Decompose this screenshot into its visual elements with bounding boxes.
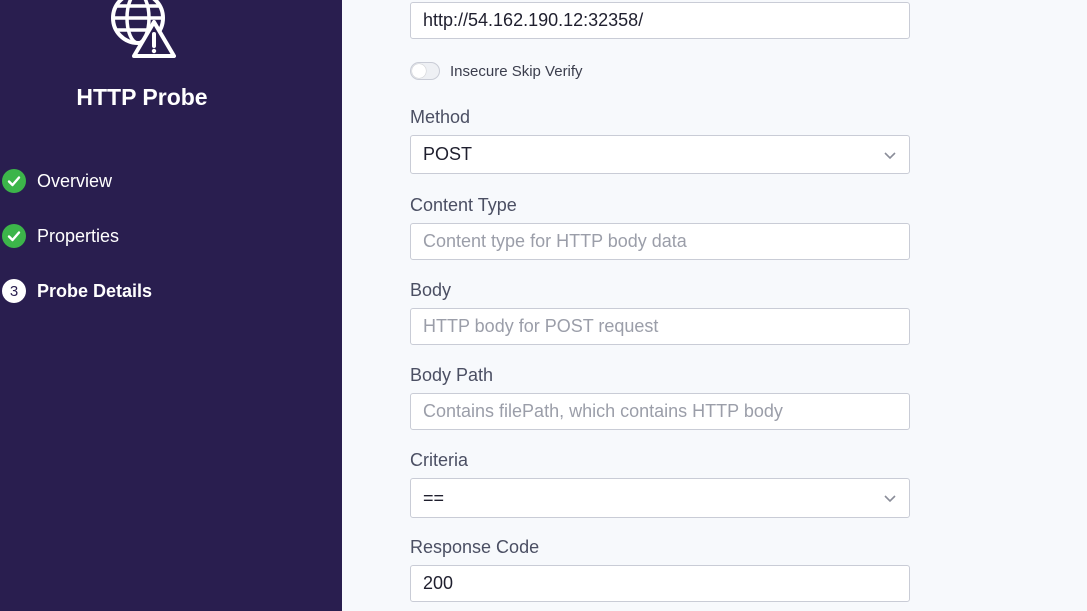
body-label: Body xyxy=(410,280,452,300)
method-value: POST xyxy=(423,144,473,164)
probe-details-form: http://54.162.190.12:32358/ Insecure Ski… xyxy=(342,0,1087,611)
insecure-skip-verify-toggle[interactable] xyxy=(410,62,440,80)
response-code-input[interactable]: 200 xyxy=(410,565,910,602)
chevron-down-icon xyxy=(884,495,896,503)
step-label: Probe Details xyxy=(37,280,153,301)
body-path-label: Body Path xyxy=(410,365,494,385)
criteria-label: Criteria xyxy=(410,450,469,470)
check-icon xyxy=(2,169,26,193)
chevron-down-icon xyxy=(884,151,896,159)
criteria-value: == xyxy=(423,487,445,508)
url-input[interactable]: http://54.162.190.12:32358/ xyxy=(410,2,910,39)
method-label: Method xyxy=(410,107,471,127)
step-overview[interactable]: Overview xyxy=(2,167,112,195)
step-number-badge: 3 xyxy=(2,279,26,303)
globe-warning-icon xyxy=(111,0,176,58)
step-label: Properties xyxy=(37,225,120,246)
content-type-input[interactable]: Content type for HTTP body data xyxy=(410,223,910,260)
step-label: Overview xyxy=(37,170,113,191)
toggle-knob xyxy=(412,64,426,78)
insecure-skip-verify-label: Insecure Skip Verify xyxy=(450,62,583,80)
method-select[interactable]: POST xyxy=(410,135,910,174)
content-type-label: Content Type xyxy=(410,195,517,215)
body-path-input[interactable]: Contains filePath, which contains HTTP b… xyxy=(410,393,910,430)
insecure-skip-verify-row: Insecure Skip Verify xyxy=(410,62,583,80)
body-input[interactable]: HTTP body for POST request xyxy=(410,308,910,345)
check-icon xyxy=(2,224,26,248)
step-probe-details[interactable]: 3 Probe Details xyxy=(2,277,152,305)
step-properties[interactable]: Properties xyxy=(2,222,119,250)
sidebar: HTTP Probe Overview Properties 3 Probe D… xyxy=(0,0,342,611)
criteria-select[interactable]: == xyxy=(410,478,910,518)
sidebar-title: HTTP Probe xyxy=(76,84,208,110)
response-code-label: Response Code xyxy=(410,537,540,557)
